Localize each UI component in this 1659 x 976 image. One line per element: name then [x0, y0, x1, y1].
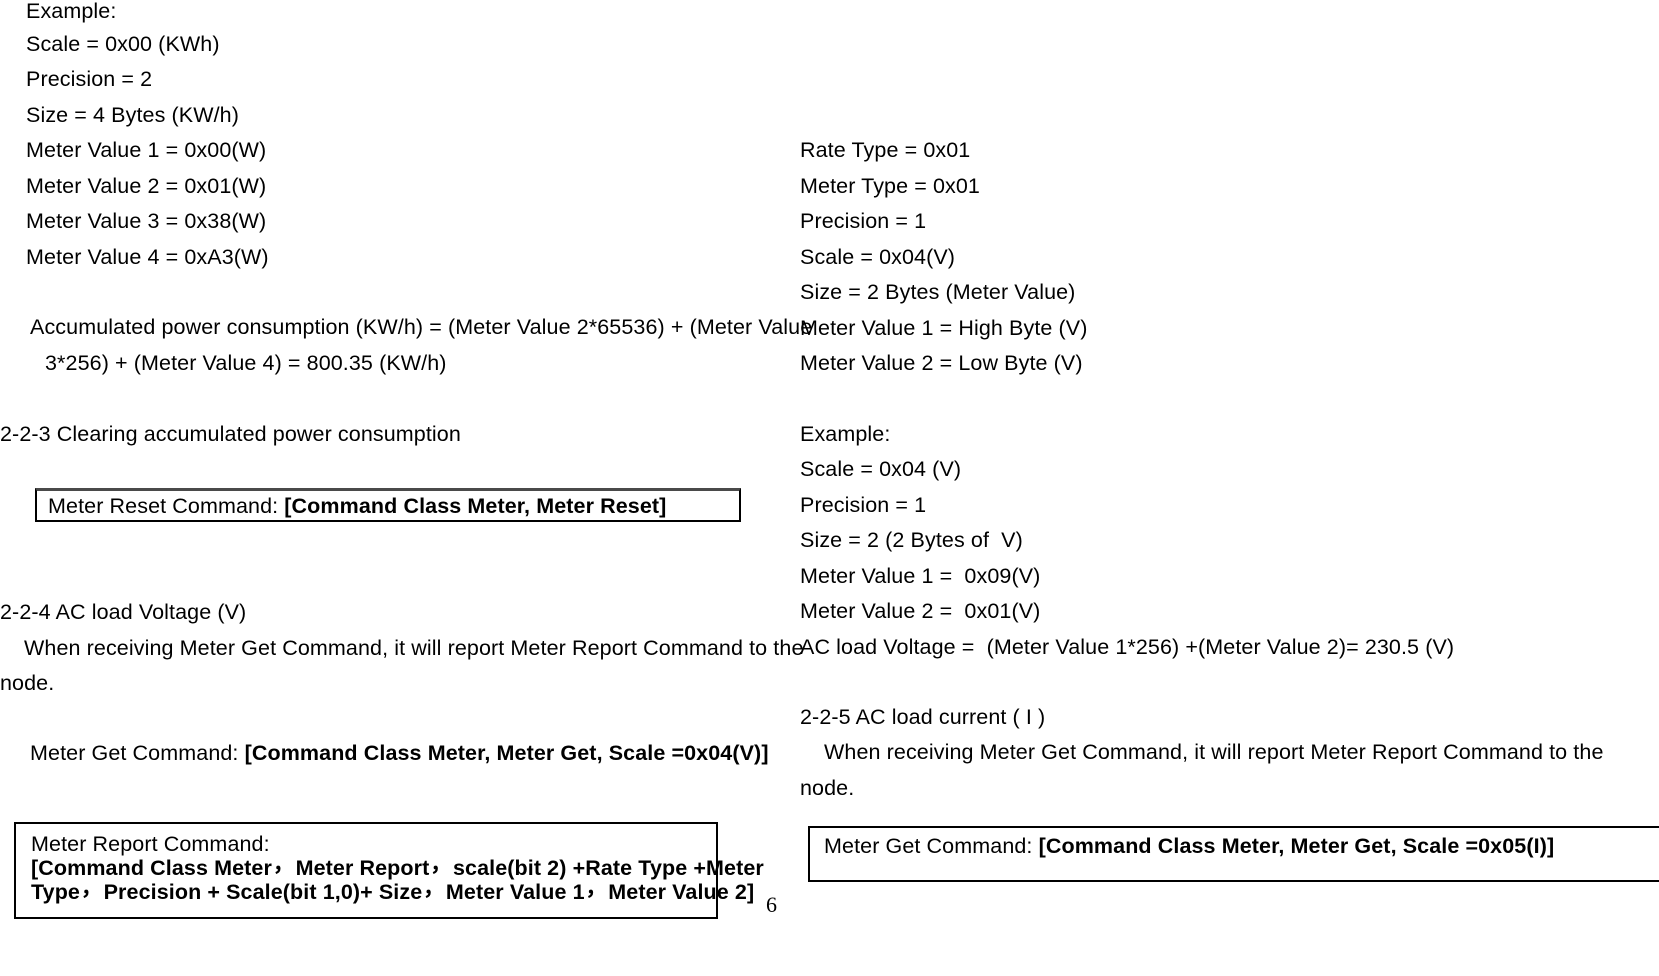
- meter-get-label: Meter Get Command:: [30, 741, 245, 765]
- right-example-meter-value-2: Meter Value 2 = 0x01(V): [800, 599, 1041, 623]
- page-number: 6: [766, 892, 777, 917]
- section-2-2-4-heading: 2-2-4 AC load Voltage (V): [0, 600, 247, 624]
- mr-comma-4: ，: [423, 876, 445, 901]
- section-2-2-4-body-line-2: node.: [0, 671, 55, 695]
- mr-comma-5: ，: [585, 876, 608, 901]
- accumulated-power-formula-line-1: Accumulated power consumption (KW/h) = (…: [30, 315, 813, 339]
- right-param-size: Size = 2 Bytes (Meter Value): [800, 280, 1076, 304]
- meter-reset-box-text: Meter Reset Command: [Command Class Mete…: [48, 495, 666, 518]
- meter-report-command-line-2: Type，Precision + Scale(bit 1,0)+ Size，Me…: [31, 877, 755, 904]
- section-2-2-5-heading: 2-2-5 AC load current ( I ): [800, 705, 1046, 729]
- mr-l2-part-d: Meter Value 2]: [608, 880, 755, 904]
- right-example-scale: Scale = 0x04 (V): [800, 457, 962, 481]
- left-example-line-meter-value-3: Meter Value 3 = 0x38(W): [26, 209, 267, 233]
- document-page: Example: Scale = 0x00 (KWh) Precision = …: [0, 0, 1659, 976]
- left-example-heading: Example:: [26, 0, 117, 23]
- mr-l1-part-c: scale(bit 2) +Rate Type +Meter: [452, 856, 764, 880]
- meter-report-command-line-1: [Command Class Meter，Meter Report，scale(…: [31, 853, 764, 880]
- right-param-meter-value-2: Meter Value 2 = Low Byte (V): [800, 351, 1083, 375]
- right-example-size: Size = 2 (2 Bytes of V): [800, 528, 1023, 552]
- meter-reset-command: [Command Class Meter, Meter Reset]: [284, 494, 667, 518]
- mr-l1-part-b: Meter Report: [295, 856, 430, 880]
- mr-l1-part-a: [Command Class Meter: [31, 856, 272, 880]
- meter-report-command-box: Meter Report Command: [Command Class Met…: [14, 822, 764, 919]
- left-example-line-size: Size = 4 Bytes (KW/h): [26, 103, 239, 127]
- left-example-line-meter-value-2: Meter Value 2 = 0x01(W): [26, 174, 267, 198]
- meter-get-box-label: Meter Get Command:: [824, 834, 1039, 858]
- right-example-meter-value-1: Meter Value 1 = 0x09(V): [800, 564, 1041, 588]
- left-example-line-meter-value-1: Meter Value 1 = 0x00(W): [26, 138, 267, 162]
- right-param-meter-value-1: Meter Value 1 = High Byte (V): [800, 316, 1088, 340]
- mr-l2-part-a: Type: [31, 880, 80, 904]
- meter-get-command: [Command Class Meter, Meter Get, Scale =…: [244, 741, 769, 765]
- section-2-2-4-body-line-1: When receiving Meter Get Command, it wil…: [24, 636, 804, 660]
- right-example-ac-load-voltage: AC load Voltage = (Meter Value 1*256) +(…: [800, 635, 1455, 659]
- section-2-2-5-body-line-2: node.: [800, 776, 855, 800]
- left-example-line-precision: Precision = 2: [26, 67, 153, 91]
- right-example-heading: Example:: [800, 422, 891, 446]
- section-2-2-3-heading: 2-2-3 Clearing accumulated power consump…: [0, 422, 461, 446]
- left-example-line-scale: Scale = 0x00 (KWh): [26, 32, 220, 56]
- meter-reset-label: Meter Reset Command:: [48, 494, 285, 518]
- mr-comma-1: ，: [272, 852, 295, 877]
- mr-l2-part-b: Precision + Scale(bit 1,0)+ Size: [103, 880, 423, 904]
- right-param-rate-type: Rate Type = 0x01: [800, 138, 971, 162]
- right-param-precision: Precision = 1: [800, 209, 927, 233]
- right-example-precision: Precision = 1: [800, 493, 927, 517]
- left-example-line-meter-value-4: Meter Value 4 = 0xA3(W): [26, 245, 269, 269]
- meter-get-command-line: Meter Get Command: [Command Class Meter,…: [30, 742, 769, 764]
- mr-comma-2: ，: [430, 852, 452, 877]
- mr-l2-part-c: Meter Value 1: [445, 880, 585, 904]
- accumulated-power-formula-line-2: 3*256) + (Meter Value 4) = 800.35 (KW/h): [45, 351, 447, 375]
- right-param-scale: Scale = 0x04(V): [800, 245, 956, 269]
- mr-comma-3: ，: [81, 876, 103, 901]
- right-param-meter-type: Meter Type = 0x01: [800, 174, 980, 198]
- meter-report-label: Meter Report Command:: [31, 832, 270, 856]
- section-2-2-5-body-line-1: When receiving Meter Get Command, it wil…: [824, 740, 1604, 764]
- meter-get-command-box: Meter Get Command: [Command Class Meter,…: [808, 826, 1659, 882]
- meter-get-box-text: Meter Get Command: [Command Class Meter,…: [824, 835, 1554, 858]
- meter-reset-command-box: Meter Reset Command: [Command Class Mete…: [35, 488, 741, 522]
- meter-get-box-command: [Command Class Meter, Meter Get, Scale =…: [1038, 834, 1555, 858]
